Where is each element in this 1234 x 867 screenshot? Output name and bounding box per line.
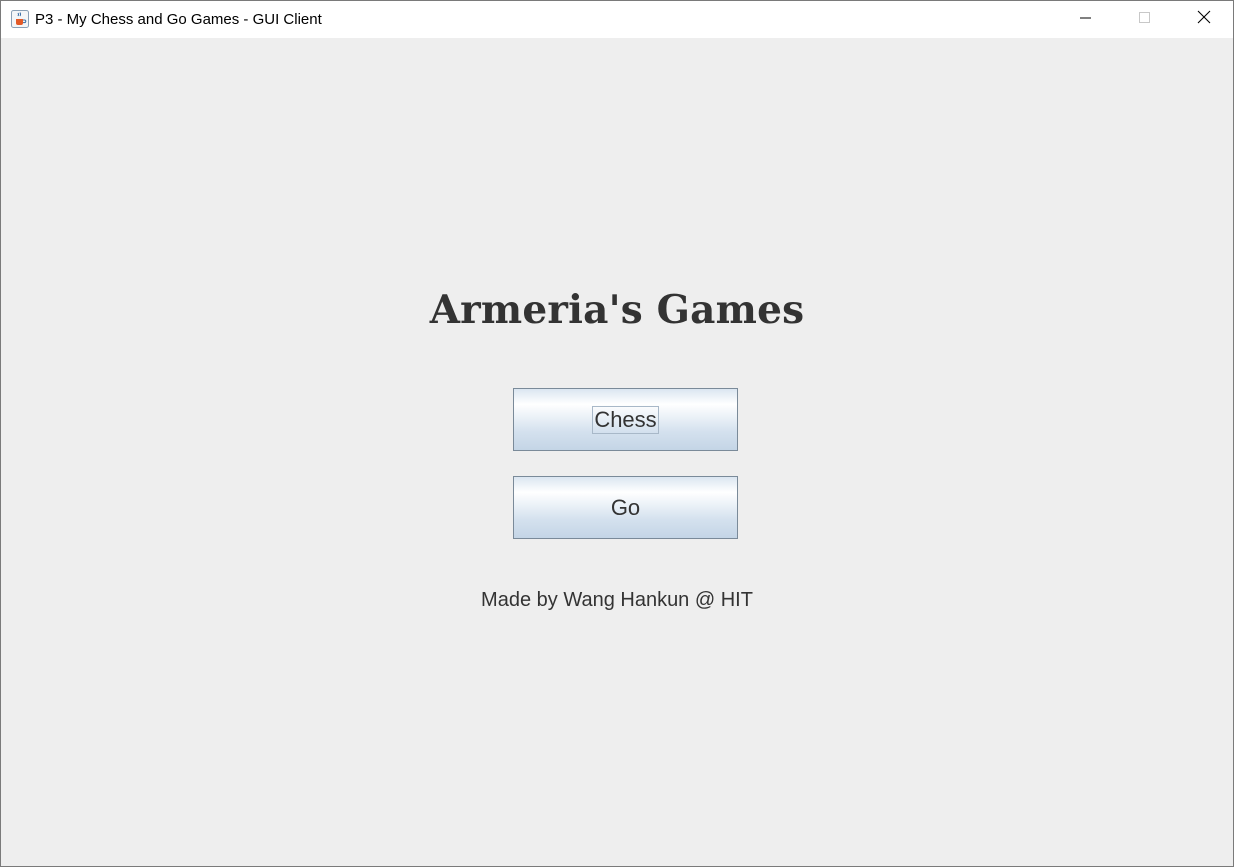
title-bar[interactable]: P3 - My Chess and Go Games - GUI Client [1,1,1233,38]
minimize-icon [1080,11,1092,29]
main-panel: Armeria's Games Chess Go Made by Wang Ha… [1,38,1233,866]
minimize-button[interactable] [1057,1,1115,38]
go-button[interactable]: Go [513,476,738,539]
page-title: Armeria's Games [429,287,805,333]
maximize-button[interactable] [1116,1,1174,38]
maximize-icon [1139,11,1151,29]
java-coffee-cup-icon[interactable] [11,10,29,28]
chess-button[interactable]: Chess [513,388,738,451]
window-title: P3 - My Chess and Go Games - GUI Client [35,11,322,28]
go-button-label: Go [610,494,641,520]
chess-button-label: Chess [592,405,659,434]
close-button[interactable] [1175,1,1233,38]
app-window: P3 - My Chess and Go Games - GUI Client … [0,0,1234,867]
close-icon [1197,10,1211,29]
credit-text: Made by Wang Hankun @ HIT [481,589,753,611]
